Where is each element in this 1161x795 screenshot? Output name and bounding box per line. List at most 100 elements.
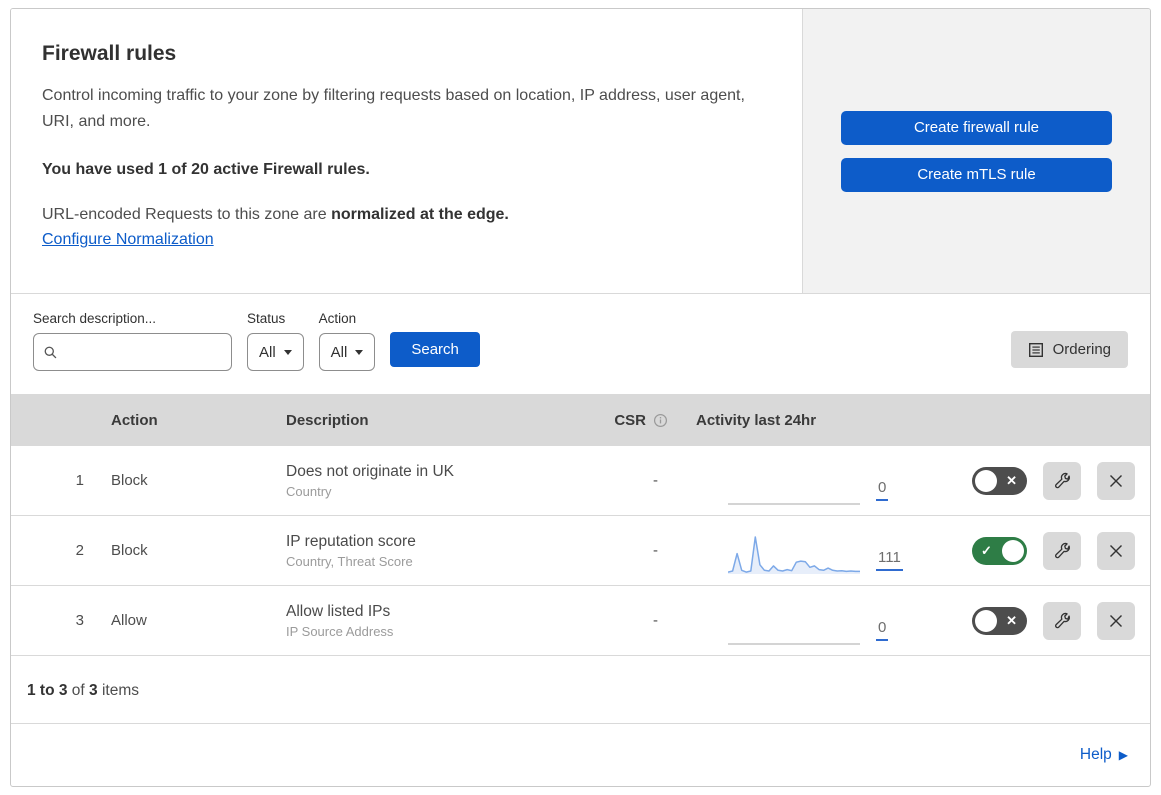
rule-enable-toggle[interactable]: ✓ ✕ (972, 536, 1027, 565)
edit-rule-button[interactable] (1043, 531, 1081, 570)
info-icon[interactable] (653, 413, 668, 428)
rule-action: Allow (111, 612, 147, 629)
filter-bar: Search description... Status All Action … (11, 294, 1150, 394)
activity-sparkline (728, 643, 860, 645)
ordering-button[interactable]: Ordering (1010, 331, 1128, 368)
close-icon (1108, 473, 1124, 489)
table-row: 1 Block Does not originate in UK Country… (11, 446, 1150, 516)
column-csr-header: CSR (565, 412, 670, 429)
rule-controls: ✓ ✕ (920, 461, 1150, 500)
status-label: Status (247, 311, 286, 326)
column-description-header: Description (286, 411, 369, 429)
create-mtls-rule-button[interactable]: Create mTLS rule (841, 157, 1112, 192)
activity-count-link[interactable]: 111 (876, 549, 903, 571)
delete-rule-button[interactable] (1097, 531, 1135, 570)
x-icon: ✕ (1006, 612, 1017, 628)
search-button[interactable]: Search (390, 332, 480, 367)
rule-action: Block (111, 542, 148, 559)
normalization-bold: normalized at the edge. (331, 206, 509, 224)
rule-fields: IP Source Address (286, 623, 394, 639)
toggle-knob (975, 469, 997, 492)
rule-priority: 2 (75, 542, 84, 559)
ordering-button-label: Ordering (1052, 341, 1111, 358)
check-icon: ✓ (981, 542, 992, 558)
table-row: 3 Allow Allow listed IPs IP Source Addre… (11, 586, 1150, 656)
table-header: Action Description CSR Activity last 24h… (11, 394, 1150, 446)
search-input[interactable] (64, 343, 222, 361)
pagination-of: of (71, 682, 85, 699)
activity-count-link[interactable]: 0 (876, 479, 889, 501)
rule-description-cell: Allow listed IPs IP Source Address (266, 603, 565, 639)
help-link[interactable]: Help ▶ (1080, 746, 1128, 764)
close-icon (1108, 543, 1124, 559)
activity-sparkline (728, 503, 860, 505)
rule-fields: Country (286, 483, 332, 499)
pagination-items-label: items (101, 682, 140, 699)
rule-csr: - (653, 472, 658, 489)
search-group: Search description... (33, 311, 232, 371)
arrow-right-icon: ▶ (1118, 748, 1128, 762)
rule-enable-toggle[interactable]: ✓ ✕ (972, 466, 1027, 495)
rule-enable-toggle[interactable]: ✓ ✕ (972, 606, 1027, 635)
x-icon: ✕ (1006, 472, 1017, 488)
rule-activity-cell: 0 (670, 586, 920, 655)
search-label: Search description... (33, 311, 157, 326)
rule-description-cell: IP reputation score Country, Threat Scor… (266, 533, 565, 569)
rule-fields: Country, Threat Score (286, 553, 413, 569)
edit-rule-button[interactable] (1043, 461, 1081, 500)
rule-csr: - (653, 612, 658, 629)
rule-controls: ✓ ✕ (920, 601, 1150, 640)
edit-rule-button[interactable] (1043, 601, 1081, 640)
wrench-icon (1053, 541, 1072, 560)
help-link-label: Help (1079, 746, 1112, 763)
delete-rule-button[interactable] (1097, 601, 1135, 640)
chevron-down-icon (283, 349, 292, 355)
header-section: Firewall rules Control incoming traffic … (11, 9, 1150, 294)
toggle-knob (1002, 539, 1024, 562)
usage-notice: You have used 1 of 20 active Firewall ru… (42, 161, 370, 179)
column-action-header: Action (111, 411, 158, 429)
configure-normalization-link[interactable]: Configure Normalization (42, 231, 214, 248)
search-icon (43, 345, 58, 360)
search-box[interactable] (33, 333, 232, 371)
create-firewall-rule-button[interactable]: Create firewall rule (841, 110, 1112, 145)
rule-activity-cell: 111 (670, 516, 920, 585)
rule-priority: 3 (75, 612, 84, 629)
pagination-range: 1 to 3 (27, 682, 68, 699)
firewall-rules-card: Firewall rules Control incoming traffic … (10, 8, 1151, 787)
pagination-summary: 1 to 3 of 3 items (11, 656, 1150, 724)
header-text-block: Firewall rules Control incoming traffic … (11, 9, 803, 293)
page-title: Firewall rules (42, 42, 177, 65)
action-filter-group: Action All (318, 311, 376, 371)
actions-panel: Create firewall rule Create mTLS rule (803, 9, 1150, 293)
action-dropdown-value: All (330, 343, 348, 361)
table-row: 2 Block IP reputation score Country, Thr… (11, 516, 1150, 586)
page-description: Control incoming traffic to your zone by… (42, 87, 745, 130)
wrench-icon (1053, 611, 1072, 630)
column-csr-label: CSR (614, 411, 646, 429)
rule-description: IP reputation score (286, 532, 416, 550)
activity-sparkline (728, 536, 860, 574)
rule-description-cell: Does not originate in UK Country (266, 463, 565, 499)
normalization-text: URL-encoded Requests to this zone are (42, 206, 332, 224)
close-icon (1108, 613, 1124, 629)
action-label: Action (318, 311, 357, 326)
status-filter-group: Status All (247, 311, 304, 371)
rule-description: Allow listed IPs (286, 602, 391, 620)
rule-priority: 1 (75, 472, 84, 489)
action-dropdown[interactable]: All (318, 333, 376, 371)
chevron-down-icon (355, 349, 364, 355)
rule-controls: ✓ ✕ (920, 531, 1150, 570)
list-icon (1028, 342, 1044, 358)
toggle-knob (975, 609, 997, 632)
rule-description: Does not originate in UK (286, 462, 455, 480)
normalization-notice: URL-encoded Requests to this zone are no… (42, 206, 762, 224)
help-bar: Help ▶ (11, 724, 1150, 786)
delete-rule-button[interactable] (1097, 461, 1135, 500)
column-activity-header: Activity last 24hr (696, 411, 817, 429)
status-dropdown[interactable]: All (247, 333, 304, 371)
rule-action: Block (111, 472, 148, 489)
activity-count-link[interactable]: 0 (876, 619, 889, 641)
wrench-icon (1053, 471, 1072, 490)
rule-activity-cell: 0 (670, 446, 920, 515)
